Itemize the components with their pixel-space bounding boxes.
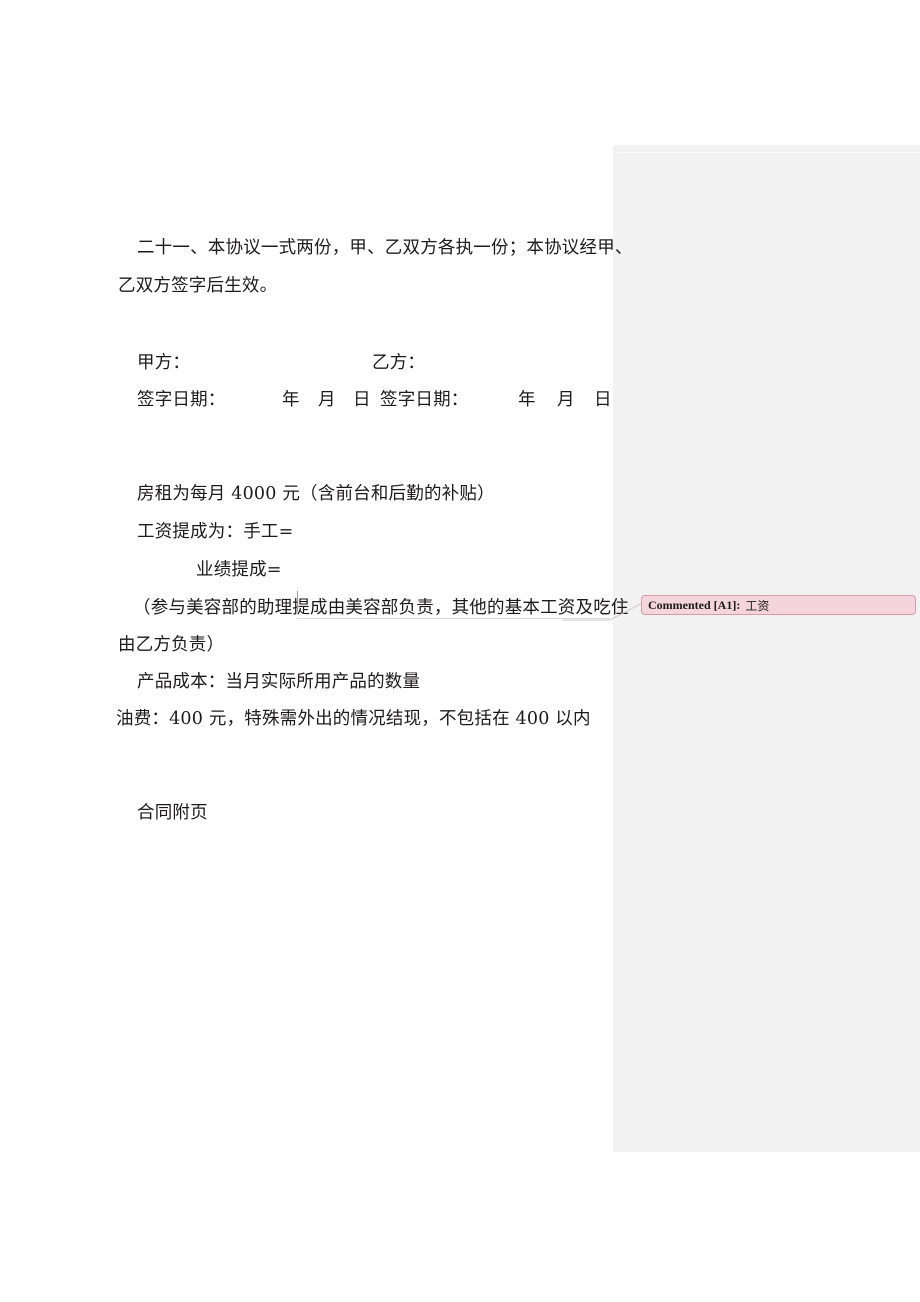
comment-anchor-underline xyxy=(297,618,609,619)
commission-line: 工资提成为：手工= xyxy=(137,522,294,542)
commented-paragraph-line: （参与美容部的助理提成由美容部负责，其他的基本工资及吃住 xyxy=(133,598,629,618)
comment-author-label: Commented [A1]: xyxy=(648,597,741,612)
month-unit-b: 月 xyxy=(557,390,575,410)
day-unit-b: 日 xyxy=(594,390,612,410)
comment-body-text: 工资 xyxy=(745,598,770,613)
comment-margin-pane xyxy=(613,145,920,1152)
paragraph-line: 由乙方负责） xyxy=(118,635,225,655)
signature-date-label-a: 签字日期： xyxy=(137,390,226,410)
comment-pane-divider xyxy=(618,152,920,153)
contract-appendix-heading: 合同附页 xyxy=(137,803,208,823)
party-b-label: 乙方： xyxy=(372,353,426,373)
product-cost-line: 产品成本：当月实际所用产品的数量 xyxy=(137,672,421,692)
paragraph-line: 乙双方签字后生效。 xyxy=(118,276,278,296)
comment-balloon[interactable]: Commented [A1]: 工资 xyxy=(641,595,916,615)
year-unit-b: 年 xyxy=(518,390,536,410)
year-unit-a: 年 xyxy=(282,390,300,410)
party-a-label: 甲方： xyxy=(137,353,191,373)
performance-commission-line: 业绩提成= xyxy=(196,560,282,580)
fuel-cost-line: 油费：400 元，特殊需外出的情况结现，不包括在 400 以内 xyxy=(116,709,591,729)
signature-date-label-b: 签字日期： xyxy=(380,390,469,410)
month-unit-a: 月 xyxy=(318,390,336,410)
day-unit-a: 日 xyxy=(353,390,371,410)
document-text-column: 二十一、本协议一式两份，甲、乙双方各执一份；本协议经甲、 乙双方签字后生效。 甲… xyxy=(0,0,632,1302)
paragraph-line: 二十一、本协议一式两份，甲、乙双方各执一份；本协议经甲、 xyxy=(137,238,633,258)
comment-anchor-mark xyxy=(297,591,298,612)
document-page: 二十一、本协议一式两份，甲、乙双方各执一份；本协议经甲、 乙双方签字后生效。 甲… xyxy=(0,0,920,1302)
rent-line: 房租为每月 4000 元（含前台和后勤的补贴） xyxy=(137,484,495,504)
